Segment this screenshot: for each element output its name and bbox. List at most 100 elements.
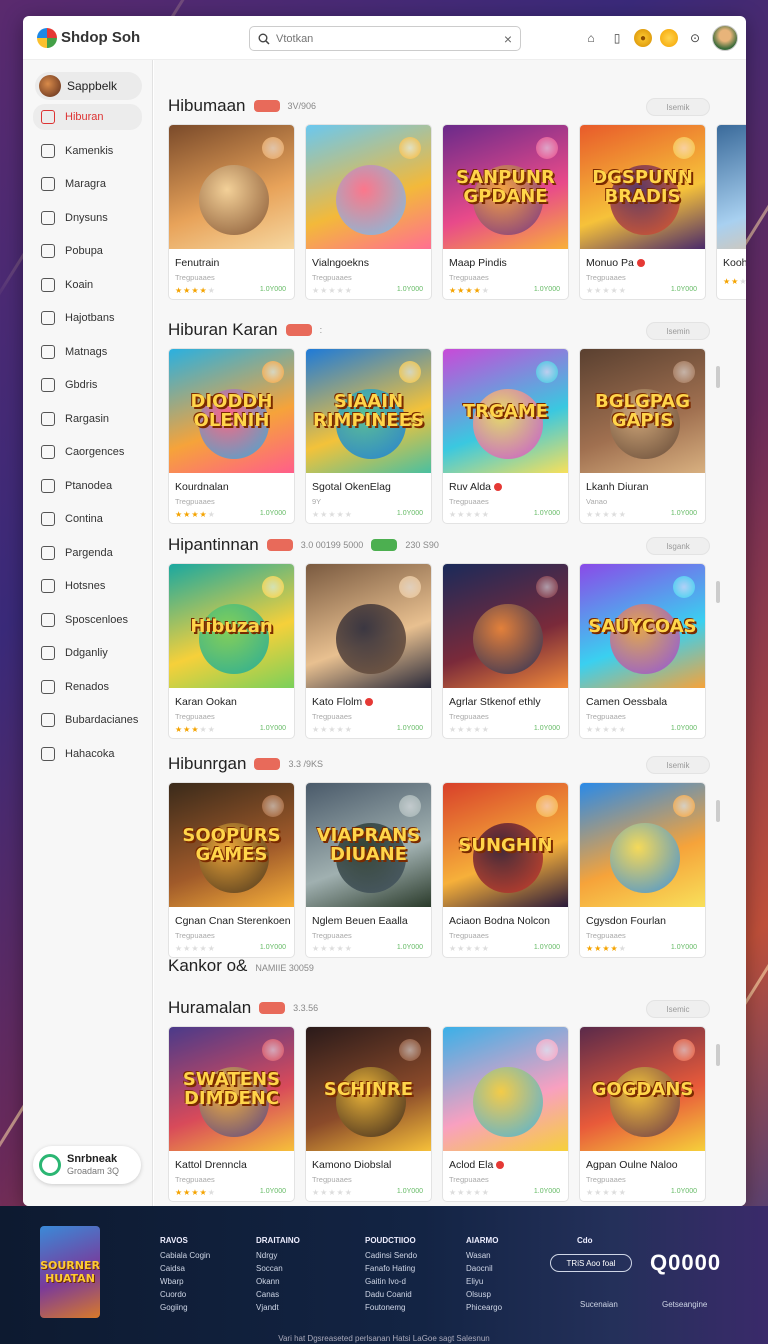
footer-link[interactable]: Caidsa <box>160 1262 210 1275</box>
footer-link[interactable]: Cuordo <box>160 1288 210 1301</box>
character-figure <box>336 165 406 235</box>
settings-icon[interactable]: ⊙ <box>686 29 704 47</box>
footer-link[interactable]: Eliyu <box>466 1275 502 1288</box>
game-card[interactable]: Fenutrain Tregpuaaes ★★★★★ 1.0Y000 <box>168 124 295 300</box>
footer-link-2[interactable]: Getseangine <box>662 1300 707 1309</box>
star-rating: ★★★★★ <box>586 944 627 953</box>
footer-link-1[interactable]: Sucenaian <box>580 1300 618 1309</box>
promo-widget[interactable]: Snrbneak Groadam 3Q <box>33 1146 141 1184</box>
game-card[interactable]: TRGAME Ruv Alda Tregpuaaes ★★★★★ 1.0Y000 <box>442 348 569 524</box>
sidebar-item[interactable]: Matnags <box>23 335 152 369</box>
sidebar-item[interactable]: Caorgences <box>23 436 152 470</box>
coin-icon[interactable]: ● <box>634 29 652 47</box>
game-card[interactable]: Aclod Ela Tregpuaaes ★★★★★ 1.0Y000 <box>442 1026 569 1202</box>
search-input[interactable] <box>276 32 498 45</box>
game-card[interactable]: Hibuzan Karan Ookan Tregpuaaes ★★★★★ 1.0Y000 <box>168 563 295 739</box>
rating-row: ★★★★★ 1.0Y000 <box>443 940 568 953</box>
game-card[interactable]: VIAPRANS DIUANE Nglem Beuen Eaalla Tregpua… <box>305 782 432 958</box>
row-scrollbar[interactable] <box>716 581 720 603</box>
sidebar-item[interactable]: Hajotbans <box>23 302 152 336</box>
sidebar-item[interactable]: Koain <box>23 268 152 302</box>
row-scrollbar[interactable] <box>716 1044 720 1066</box>
game-card[interactable]: GOGDANS Agpan Oulne Naloo Tregpuaaes ★★★★★ 1… <box>579 1026 706 1202</box>
sidebar-item[interactable]: Hiburan <box>33 104 142 130</box>
star-rating: ★★★★★ <box>586 286 627 295</box>
user-avatar[interactable] <box>712 25 738 51</box>
sidebar-item[interactable]: Dnysuns <box>23 201 152 235</box>
bookmark-icon[interactable]: ▯ <box>608 29 626 47</box>
footer-link[interactable]: Foutonemg <box>365 1301 417 1314</box>
game-title: Monuo Pa <box>580 249 705 269</box>
sparkle-orb <box>399 1039 421 1061</box>
footer-link[interactable]: Gogiing <box>160 1301 210 1314</box>
sidebar-item[interactable]: Maragra <box>23 168 152 202</box>
footer-link[interactable]: Cabiala Cogin <box>160 1249 210 1262</box>
footer-game-art[interactable]: SOURNER HUATAN <box>40 1226 100 1318</box>
sidebar-item[interactable]: Pargenda <box>23 536 152 570</box>
game-card[interactable]: Kato Flolm Tregpuaaes ★★★★★ 1.0Y000 <box>305 563 432 739</box>
footer-link[interactable]: Fanafo Hating <box>365 1262 417 1275</box>
clear-search-icon[interactable]: × <box>504 31 512 47</box>
row-scrollbar[interactable] <box>716 366 720 388</box>
game-art-title: DGSPUNN BRADIS <box>592 167 693 207</box>
footer-link[interactable]: Daocnil <box>466 1262 502 1275</box>
game-card[interactable]: DIODDH OLENIH Kourdnalan Tregpuaaes ★★★★★ 1.… <box>168 348 295 524</box>
see-all-button[interactable]: Isemin <box>646 322 710 340</box>
sidebar-item[interactable]: Ddganliy <box>23 637 152 671</box>
app-logo[interactable]: Shdop Soh <box>37 27 140 48</box>
sidebar-item[interactable]: Pobupa <box>23 235 152 269</box>
nav-item-icon <box>41 244 55 259</box>
game-card[interactable]: DGSPUNN BRADIS Monuo Pa Tregpuaaes ★★★★★ 1.0… <box>579 124 706 300</box>
footer-link[interactable]: Wasan <box>466 1249 502 1262</box>
footer-link[interactable]: Olsusp <box>466 1288 502 1301</box>
footer-link[interactable]: Ndrgy <box>256 1249 300 1262</box>
footer-link[interactable]: Gaitin Ivo-d <box>365 1275 417 1288</box>
row-scrollbar[interactable] <box>716 800 720 822</box>
sidebar-item[interactable]: Ptanodea <box>23 469 152 503</box>
game-card[interactable]: SIAAIN RIMPINEES Sgotal OkenElag 9Y ★★★★★ 1.… <box>305 348 432 524</box>
game-card[interactable]: SWATENS DIMDENC Kattol Drenncla Tregpuaaes… <box>168 1026 295 1202</box>
sidebar-item[interactable]: Sposcenloes <box>23 603 152 637</box>
game-card[interactable]: SANPUNR GPDANE Maap Pindis Tregpuaaes ★★★★★… <box>442 124 569 300</box>
footer-link[interactable]: Wbarp <box>160 1275 210 1288</box>
game-section: Hibumaan 3V/906 Isemik Fenutrain Tregpuaaes ★… <box>168 94 746 300</box>
game-card[interactable]: SCHINRE Kamono Diobslal Tregpuaaes ★★★★★ 1.0… <box>305 1026 432 1202</box>
sidebar-item[interactable]: Rargasin <box>23 402 152 436</box>
footer-link[interactable]: Dadu Coanid <box>365 1288 417 1301</box>
footer-link[interactable]: Canas <box>256 1288 300 1301</box>
sidebar-item[interactable]: Gbdris <box>23 369 152 403</box>
footer-link[interactable]: Okann <box>256 1275 300 1288</box>
game-card[interactable]: Cgysdon Fourlan Tregpuaaes ★★★★★ 1.0Y000 <box>579 782 706 958</box>
sidebar-item[interactable]: Renados <box>23 670 152 704</box>
game-card[interactable]: SAUYCOAS Camen Oessbala Tregpuaaes ★★★★★ 1.0… <box>579 563 706 739</box>
game-price: 1.0Y000 <box>670 510 697 517</box>
sidebar-item[interactable]: Kamenkis <box>23 134 152 168</box>
sidebar-item[interactable]: Bubardacianes <box>23 704 152 738</box>
reward-badge-icon[interactable] <box>660 29 678 47</box>
nav-item-icon <box>41 411 55 426</box>
star-rating: ★★★★★ <box>449 510 490 519</box>
game-card[interactable]: Agrlar Stkenof ethly Tregpuaaes ★★★★★ 1.0Y0… <box>442 563 569 739</box>
nav-item-icon <box>41 311 55 326</box>
footer-link[interactable]: Soccan <box>256 1262 300 1275</box>
sidebar-item[interactable]: Hotsnes <box>23 570 152 604</box>
see-all-button[interactable]: Isgank <box>646 537 710 555</box>
footer-column-heading: AIARMO <box>466 1236 499 1245</box>
game-card[interactable]: BGLGPAG GAPIS Lkanh Diuran Vanao ★★★★★ 1.0Y0… <box>579 348 706 524</box>
home-icon[interactable]: ⌂ <box>582 29 600 47</box>
footer-link[interactable]: Cadinsi Sendo <box>365 1249 417 1262</box>
footer: SOURNER HUATAN RAVOS Cabiala Cogin Caidsa W… <box>0 1206 768 1344</box>
footer-link[interactable]: Vjandt <box>256 1301 300 1314</box>
game-card[interactable]: SOOPURS GAMES Cgnan Cnan Sterenkoen Tregpu… <box>168 782 295 958</box>
see-all-button[interactable]: Isemik <box>646 98 710 116</box>
sidebar-item[interactable]: Contina <box>23 503 152 537</box>
footer-link[interactable]: Phiceargo <box>466 1301 502 1314</box>
profile-chip[interactable]: Sappbelk <box>35 72 142 100</box>
game-card[interactable]: SUNGHIN Aciaon Bodna Nolcon Tregpuaaes ★★★★… <box>442 782 569 958</box>
footer-app-button[interactable]: TRiS Aoo foal <box>550 1254 632 1272</box>
game-card[interactable]: Kooh L ★★★★★ <box>716 124 746 300</box>
see-all-button[interactable]: Isemik <box>646 756 710 774</box>
see-all-button[interactable]: Isemic <box>646 1000 710 1018</box>
game-card[interactable]: Vialngoekns Tregpuaaes ★★★★★ 1.0Y000 <box>305 124 432 300</box>
sidebar-item[interactable]: Hahacoka <box>23 737 152 771</box>
